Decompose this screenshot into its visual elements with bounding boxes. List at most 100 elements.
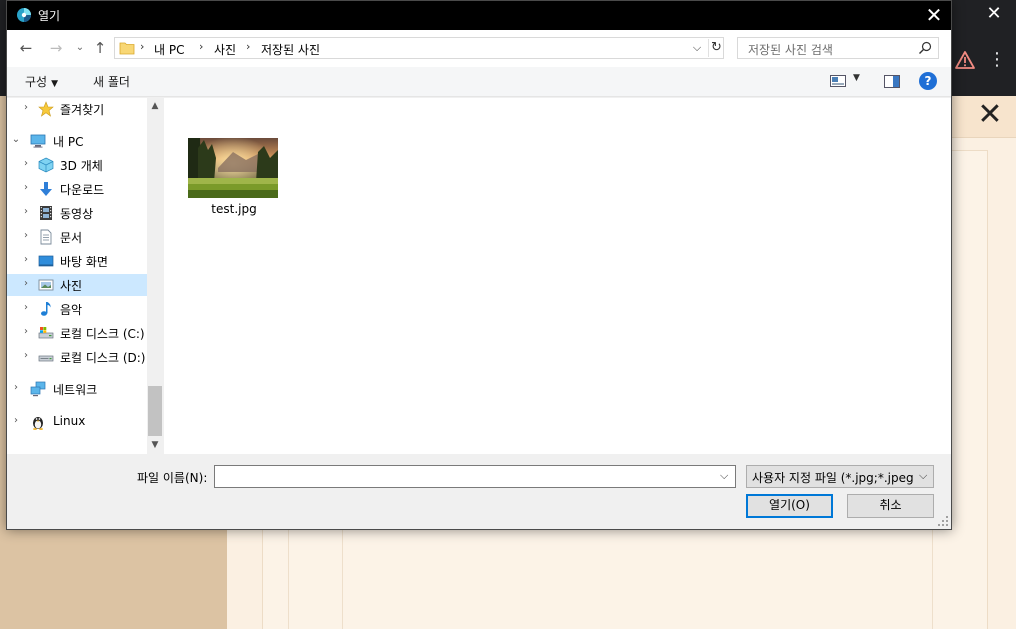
breadcrumb-separator: › <box>246 40 251 53</box>
warning-triangle-icon[interactable] <box>954 50 976 70</box>
nav-item-downloads[interactable]: › 다운로드 <box>7 178 147 200</box>
nav-item-linux[interactable]: › Linux <box>7 411 147 433</box>
more-options-icon[interactable]: ⋮ <box>988 48 1006 72</box>
nav-item-label: 사진 <box>60 279 83 293</box>
panel-close-icon[interactable]: ✕ <box>976 100 1004 132</box>
download-arrow-icon <box>40 182 52 196</box>
nav-item-3d-objects[interactable]: › 3D 개체 <box>7 154 147 176</box>
nav-item-label: 3D 개체 <box>60 159 103 173</box>
navigation-pane: › 즐겨찾기 ⌄ 내 PC › 3D 개체 › 다운로드 › 동영상 › 문서 … <box>7 98 163 454</box>
computer-icon <box>30 134 46 148</box>
chevron-right-icon[interactable]: › <box>11 415 21 426</box>
chevron-right-icon[interactable]: › <box>21 350 31 361</box>
network-icon <box>30 381 46 397</box>
help-icon[interactable]: ? <box>919 72 937 90</box>
music-note-icon <box>41 302 51 316</box>
filename-input[interactable]: ⌵ <box>214 465 736 488</box>
refresh-icon[interactable]: ↻ <box>708 39 724 57</box>
scrollbar-thumb[interactable] <box>148 386 162 436</box>
dialog-close-button[interactable]: ✕ <box>917 1 951 30</box>
nav-item-label: 즐겨찾기 <box>60 103 105 117</box>
browser-close-icon[interactable]: ✕ <box>982 2 1006 26</box>
cancel-button[interactable]: 취소 <box>847 494 934 518</box>
chevron-right-icon[interactable]: › <box>21 182 31 193</box>
linux-penguin-icon <box>33 417 43 430</box>
search-icon <box>919 41 932 54</box>
local-disk-d-icon <box>38 355 54 362</box>
forward-arrow-icon[interactable]: → <box>47 39 65 57</box>
chevron-right-icon[interactable]: › <box>21 102 31 113</box>
address-bar-row: ← → ⌄ ↑ › 내 PC › 사진 › 저장된 사진 ⌵ ↻ 저장된 사진 … <box>7 30 951 67</box>
chevron-right-icon[interactable]: › <box>21 278 31 289</box>
nav-item-label: 동영상 <box>60 207 94 221</box>
address-box[interactable]: › 내 PC › 사진 › 저장된 사진 ⌵ ↻ <box>114 37 724 59</box>
nav-item-pictures[interactable]: › 사진 <box>7 274 147 296</box>
scroll-down-arrow-icon[interactable]: ▼ <box>147 437 163 453</box>
command-toolbar: 구성 ▼ 새 폴더 ▼ ? <box>7 67 951 97</box>
cube-3d-icon <box>38 157 54 173</box>
preview-pane-icon[interactable] <box>884 75 900 88</box>
nav-item-videos[interactable]: › 동영상 <box>7 202 147 224</box>
chevron-right-icon[interactable]: › <box>11 382 21 393</box>
caret-down-icon: ▼ <box>51 79 59 89</box>
chevron-right-icon[interactable]: › <box>21 158 31 169</box>
filetype-dropdown-icon[interactable]: ⌵ <box>919 469 927 483</box>
open-button[interactable]: 열기(O) <box>746 494 833 518</box>
app-logo-icon <box>17 8 31 22</box>
image-thumbnail <box>188 138 278 198</box>
desktop-icon <box>38 255 54 267</box>
star-icon <box>38 101 54 117</box>
file-open-dialog: 열기 ✕ ← → ⌄ ↑ › 내 PC › 사진 › 저장된 사진 ⌵ ↻ 저장… <box>6 0 952 530</box>
search-input[interactable]: 저장된 사진 검색 <box>737 37 939 59</box>
dialog-title: 열기 <box>38 9 61 23</box>
scroll-up-arrow-icon[interactable]: ▲ <box>147 98 163 114</box>
dialog-titlebar: 열기 ✕ <box>7 1 951 30</box>
nav-item-label: 로컬 디스크 (C:) <box>60 327 145 341</box>
nav-item-label: 다운로드 <box>60 183 105 197</box>
back-arrow-icon[interactable]: ← <box>17 39 35 57</box>
breadcrumb-saved-pictures[interactable]: 저장된 사진 <box>261 41 320 58</box>
filename-dropdown-icon[interactable]: ⌵ <box>720 469 728 483</box>
change-view-icon[interactable] <box>830 75 846 87</box>
breadcrumb-separator: › <box>140 40 145 53</box>
filetype-select[interactable]: 사용자 지정 파일 (*.jpg;*.jpeg;* ⌵ <box>746 465 934 488</box>
nav-item-label: 내 PC <box>53 135 84 149</box>
document-icon <box>40 229 52 245</box>
nav-scrollbar[interactable]: ▲ ▼ <box>147 98 163 454</box>
nav-item-label: 네트워크 <box>53 383 98 397</box>
address-dropdown-icon[interactable]: ⌵ <box>690 40 704 56</box>
chevron-right-icon[interactable]: › <box>21 326 31 337</box>
chevron-down-icon[interactable]: ⌄ <box>11 134 21 145</box>
chevron-right-icon[interactable]: › <box>21 254 31 265</box>
file-list-pane: test.jpg <box>164 98 951 454</box>
breadcrumb-pictures[interactable]: 사진 <box>214 41 236 58</box>
chevron-right-icon[interactable]: › <box>21 206 31 217</box>
nav-item-local-disk-c[interactable]: › 로컬 디스크 (C:) <box>7 322 147 344</box>
breadcrumb-this-pc[interactable]: 내 PC <box>154 41 184 58</box>
breadcrumb-separator: › <box>199 40 204 53</box>
chevron-right-icon[interactable]: › <box>21 230 31 241</box>
nav-item-label: Linux <box>53 414 86 428</box>
new-folder-button[interactable]: 새 폴더 <box>93 73 130 90</box>
nav-item-local-disk-d[interactable]: › 로컬 디스크 (D:) <box>7 346 147 368</box>
dialog-bottom-bar: 파일 이름(N): ⌵ 사용자 지정 파일 (*.jpg;*.jpeg;* ⌵ … <box>7 454 951 529</box>
nav-item-music[interactable]: › 음악 <box>7 298 147 320</box>
chevron-right-icon[interactable]: › <box>21 302 31 313</box>
up-arrow-icon[interactable]: ↑ <box>91 39 109 57</box>
nav-item-label: 바탕 화면 <box>60 255 108 269</box>
recent-locations-chevron-icon[interactable]: ⌄ <box>71 39 89 57</box>
organize-button[interactable]: 구성 ▼ <box>25 73 58 90</box>
resize-grip-icon[interactable] <box>937 515 949 527</box>
nav-item-this-pc[interactable]: ⌄ 내 PC <box>7 130 147 152</box>
nav-item-network[interactable]: › 네트워크 <box>7 378 147 400</box>
nav-item-label: 로컬 디스크 (D:) <box>60 351 146 365</box>
filename-label: 파일 이름(N): <box>137 471 208 485</box>
nav-item-documents[interactable]: › 문서 <box>7 226 147 248</box>
file-item[interactable]: test.jpg <box>186 136 282 220</box>
nav-item-favorites[interactable]: › 즐겨찾기 <box>7 98 147 120</box>
folder-icon <box>119 42 135 55</box>
pictures-icon <box>38 279 54 291</box>
view-options-caret-icon[interactable]: ▼ <box>853 73 860 83</box>
file-name: test.jpg <box>211 202 257 216</box>
nav-item-desktop[interactable]: › 바탕 화면 <box>7 250 147 272</box>
